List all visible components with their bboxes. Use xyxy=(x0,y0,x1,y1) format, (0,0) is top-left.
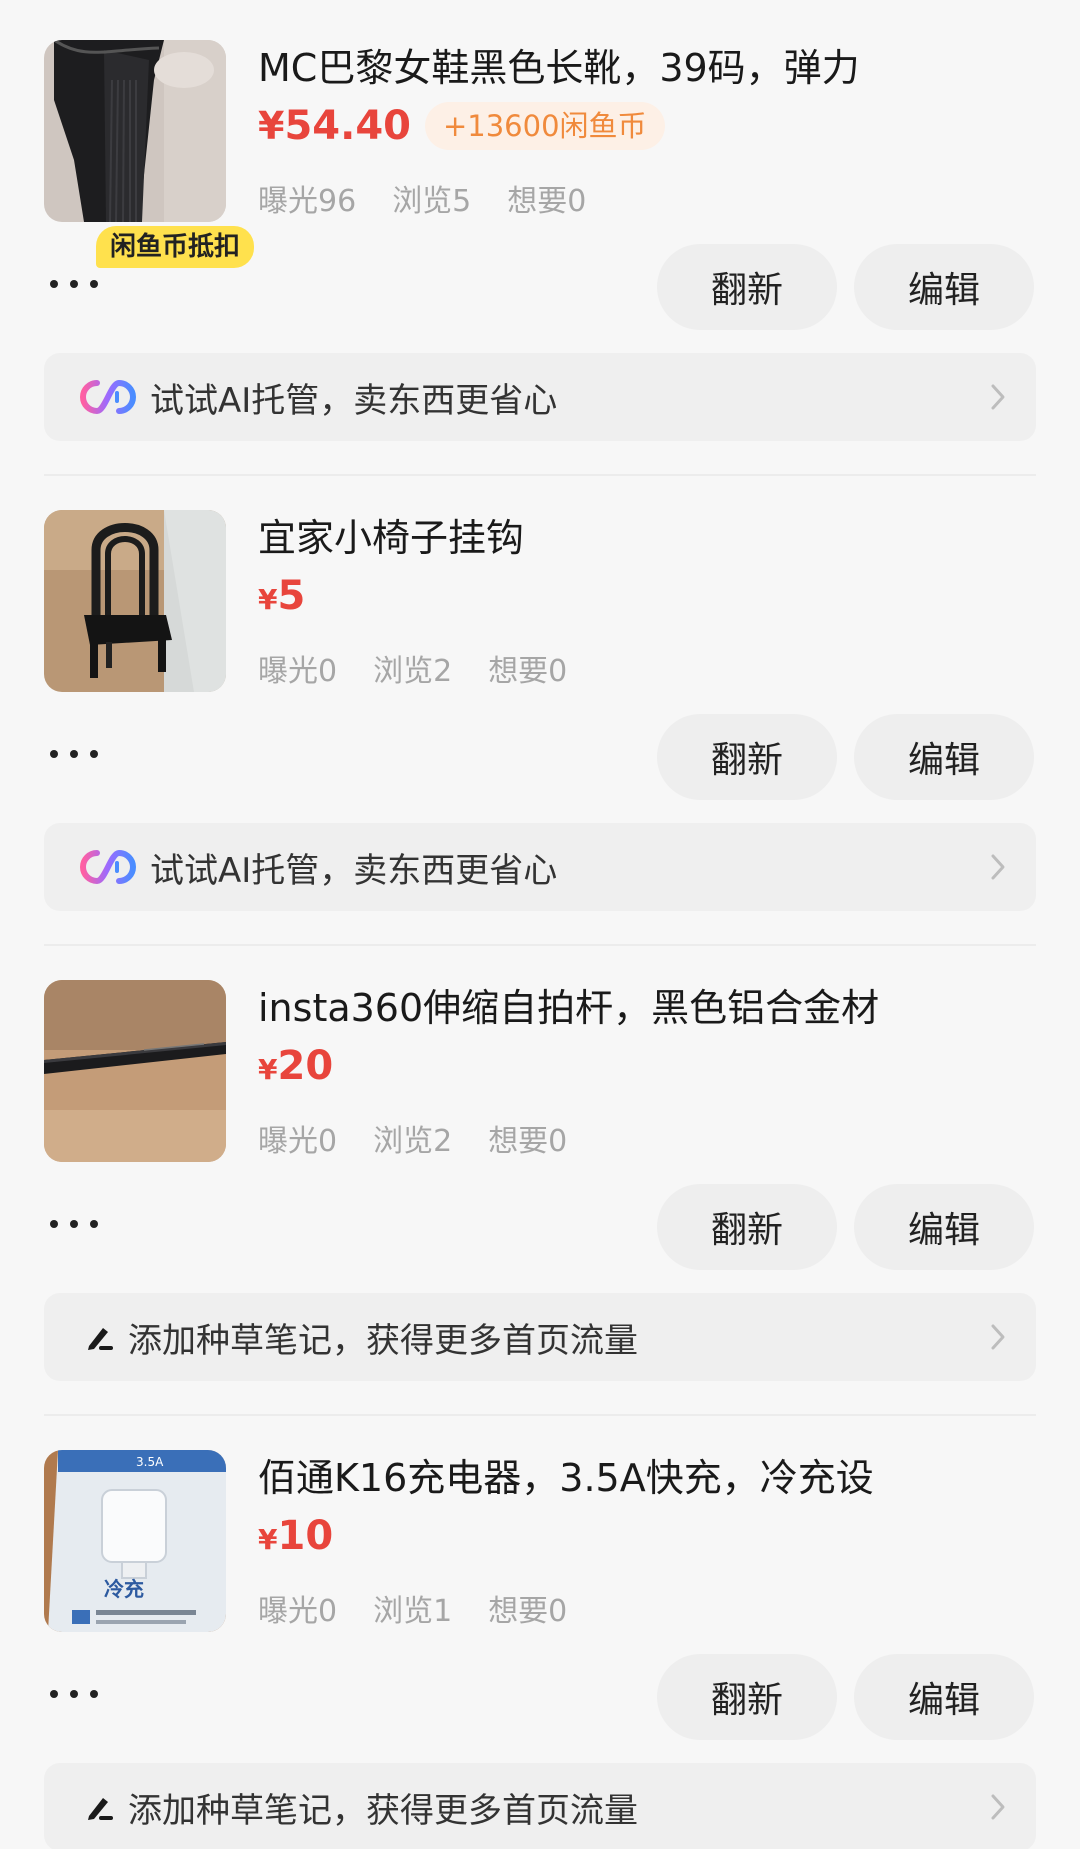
refresh-button[interactable]: 翻新 xyxy=(657,1654,837,1740)
coin-reward-pill: +13600闲鱼币 xyxy=(424,102,665,150)
exposure-count: 曝光0 xyxy=(258,654,338,689)
chevron-right-icon xyxy=(990,853,1006,885)
listing-stats: 曝光0 浏览1 想要0 xyxy=(258,1586,603,1630)
view-count: 浏览2 xyxy=(373,1124,453,1159)
listing-card: insta360伸缩自拍杆，黑色铝合金材 ¥20 曝光0 浏览2 想要0 翻新 … xyxy=(0,940,1080,1416)
exposure-count: 曝光96 xyxy=(258,184,357,219)
banner-text: 试试AI托管，卖东西更省心 xyxy=(150,850,558,891)
edit-button[interactable]: 编辑 xyxy=(854,1654,1034,1740)
listing-list: 闲鱼币抵扣 MC巴黎女鞋黑色长靴，39码，弹力 ¥54.40 +13600闲鱼币… xyxy=(0,0,1080,1849)
exposure-count: 曝光0 xyxy=(258,1124,338,1159)
listing-title[interactable]: insta360伸缩自拍杆，黑色铝合金材 xyxy=(258,982,1038,1034)
want-count: 想要0 xyxy=(507,184,587,219)
listing-card: 3.5A 冷充 佰通K16充电器，3.5A快充，冷充设 ¥10 曝光0 浏览1 … xyxy=(0,1410,1080,1849)
more-options-icon[interactable] xyxy=(50,734,98,774)
listing-card: 闲鱼币抵扣 MC巴黎女鞋黑色长靴，39码，弹力 ¥54.40 +13600闲鱼币… xyxy=(0,0,1080,476)
listing-price: ¥5 xyxy=(258,573,306,619)
coin-deduction-tag: 闲鱼币抵扣 xyxy=(96,226,255,268)
refresh-button[interactable]: 翻新 xyxy=(657,1184,837,1270)
selfie-stick-photo xyxy=(44,980,226,1162)
ai-agent-icon xyxy=(76,847,140,887)
want-count: 想要0 xyxy=(488,654,568,689)
more-options-icon[interactable] xyxy=(50,1204,98,1244)
refresh-button[interactable]: 翻新 xyxy=(657,714,837,800)
ai-hosting-banner[interactable]: 试试AI托管，卖东西更省心 xyxy=(44,823,1036,911)
add-note-banner[interactable]: 添加种草笔记，获得更多首页流量 xyxy=(44,1763,1036,1849)
banner-text: 添加种草笔记，获得更多首页流量 xyxy=(128,1320,638,1361)
chevron-right-icon xyxy=(990,383,1006,415)
listing-stats: 曝光0 浏览2 想要0 xyxy=(258,646,603,690)
edit-button[interactable]: 编辑 xyxy=(854,1184,1034,1270)
price-row: ¥20 xyxy=(258,1040,333,1092)
more-options-icon[interactable] xyxy=(50,1674,98,1714)
want-count: 想要0 xyxy=(488,1594,568,1629)
exposure-count: 曝光0 xyxy=(258,1594,338,1629)
price-row: ¥54.40 +13600闲鱼币 xyxy=(258,100,665,152)
want-count: 想要0 xyxy=(488,1124,568,1159)
listing-price: ¥54.40 xyxy=(258,103,411,149)
chevron-right-icon xyxy=(990,1323,1006,1355)
chair-hook-photo xyxy=(44,510,226,692)
product-thumbnail[interactable] xyxy=(44,510,226,692)
listing-title[interactable]: 宜家小椅子挂钩 xyxy=(258,512,1038,564)
charger-box-photo: 3.5A 冷充 xyxy=(44,1450,226,1632)
listing-title[interactable]: MC巴黎女鞋黑色长靴，39码，弹力 xyxy=(258,42,1038,94)
view-count: 浏览2 xyxy=(373,654,453,689)
more-options-icon[interactable] xyxy=(50,264,98,304)
view-count: 浏览1 xyxy=(373,1594,453,1629)
price-row: ¥10 xyxy=(258,1510,333,1562)
listing-price: ¥20 xyxy=(258,1043,334,1089)
listing-stats: 曝光0 浏览2 想要0 xyxy=(258,1116,603,1160)
listing-price: ¥10 xyxy=(258,1513,334,1559)
ai-agent-icon xyxy=(76,377,140,417)
pen-icon xyxy=(82,1317,118,1357)
product-thumbnail[interactable]: 3.5A 冷充 xyxy=(44,1450,226,1632)
black-boot-photo xyxy=(44,40,226,222)
svg-text:冷充: 冷充 xyxy=(104,1577,144,1601)
ai-hosting-banner[interactable]: 试试AI托管，卖东西更省心 xyxy=(44,353,1036,441)
price-row: ¥5 xyxy=(258,570,305,622)
pen-icon xyxy=(82,1787,118,1827)
add-note-banner[interactable]: 添加种草笔记，获得更多首页流量 xyxy=(44,1293,1036,1381)
banner-text: 试试AI托管，卖东西更省心 xyxy=(150,380,558,421)
view-count: 浏览5 xyxy=(392,184,472,219)
edit-button[interactable]: 编辑 xyxy=(854,244,1034,330)
banner-text: 添加种草笔记，获得更多首页流量 xyxy=(128,1790,638,1831)
listing-card: 宜家小椅子挂钩 ¥5 曝光0 浏览2 想要0 翻新 编辑 试试AI托管，卖东西更… xyxy=(0,470,1080,946)
product-thumbnail[interactable] xyxy=(44,980,226,1162)
listing-title[interactable]: 佰通K16充电器，3.5A快充，冷充设 xyxy=(258,1452,1038,1504)
refresh-button[interactable]: 翻新 xyxy=(657,244,837,330)
product-thumbnail[interactable] xyxy=(44,40,226,222)
edit-button[interactable]: 编辑 xyxy=(854,714,1034,800)
chevron-right-icon xyxy=(990,1793,1006,1825)
svg-text:3.5A: 3.5A xyxy=(136,1455,164,1469)
listing-stats: 曝光96 浏览5 想要0 xyxy=(258,176,622,220)
